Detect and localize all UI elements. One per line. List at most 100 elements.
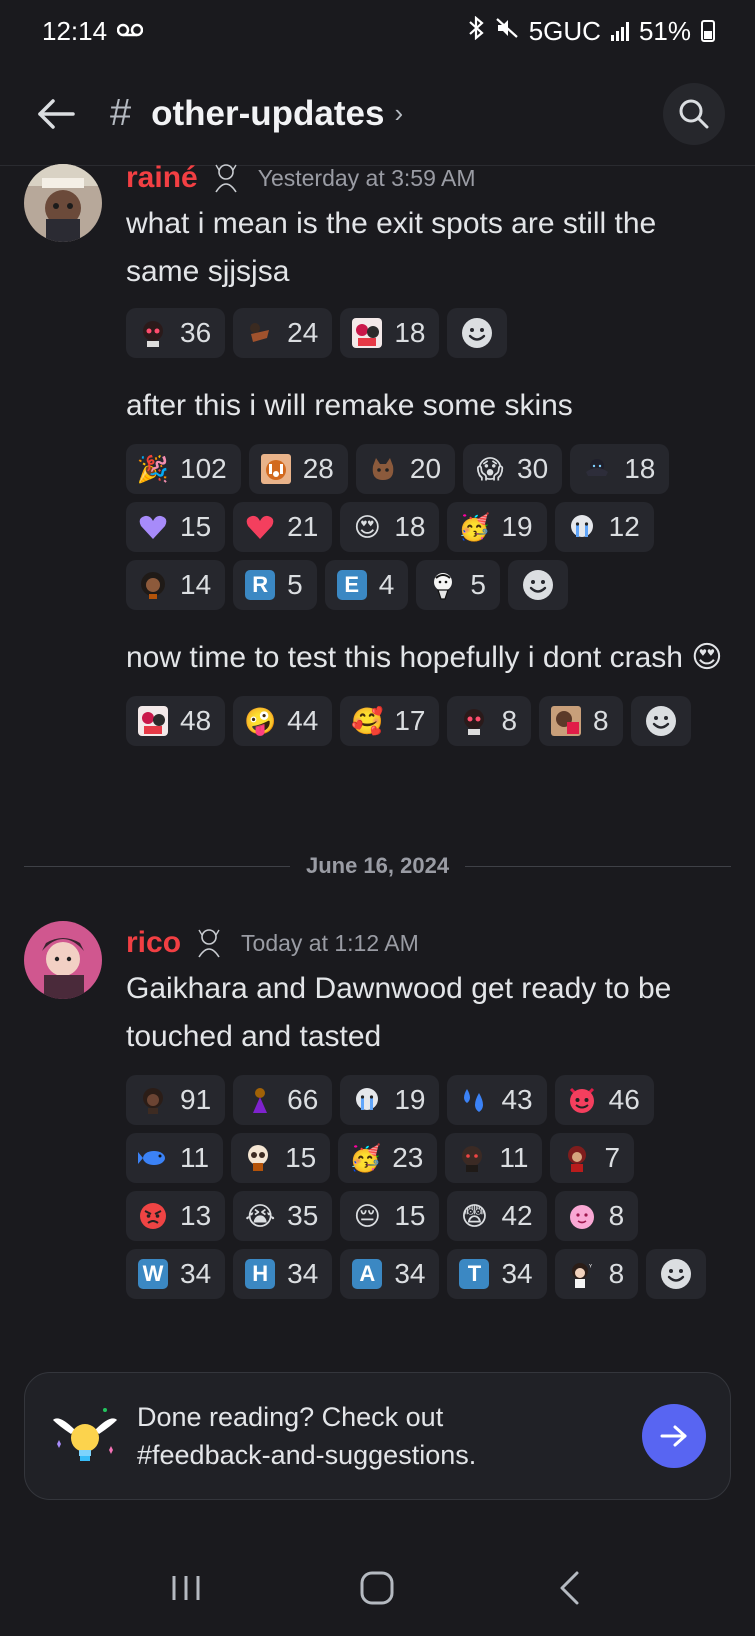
home-button[interactable]	[347, 1558, 407, 1618]
avatar[interactable]	[24, 164, 102, 242]
reaction[interactable]: 🤪 44	[233, 696, 333, 746]
reaction[interactable]: 18	[570, 444, 670, 494]
username[interactable]: rainé	[126, 161, 198, 195]
chevron-left-icon	[560, 1571, 579, 1605]
reaction[interactable]: 15	[126, 502, 226, 552]
add-reaction-button[interactable]	[507, 560, 568, 610]
status-bar: 12:14 5GUC 51%	[0, 0, 755, 62]
reaction[interactable]: 5	[416, 560, 500, 610]
custom-shadow-emoji-icon	[457, 1143, 487, 1173]
channel-name[interactable]: other-updates	[151, 94, 384, 134]
smiley-add-icon	[522, 570, 553, 600]
date-divider: June 16, 2024	[24, 852, 732, 880]
party-popper-emoji-icon: 🎉	[136, 454, 170, 484]
smiley-add-icon	[645, 706, 676, 736]
reaction[interactable]: H 34	[233, 1249, 333, 1299]
custom-pink-blob-emoji-icon	[567, 1201, 597, 1231]
arrow-right-icon	[660, 1425, 687, 1447]
reaction[interactable]: 14	[126, 560, 226, 610]
reaction-bar: 🎉 102 28 20 😱 30 18 15 21 😍 18 🥳 19 12 14 R5…	[126, 444, 735, 610]
reaction[interactable]: 66	[233, 1075, 333, 1125]
bluetooth-icon	[467, 15, 485, 46]
system-nav-bar	[0, 1540, 755, 1636]
message-text: Gaikhara and Dawnwood get ready to be to…	[126, 972, 672, 1053]
custom-red-figure-emoji-icon	[562, 1143, 592, 1173]
reaction[interactable]: 😨 42	[447, 1191, 547, 1241]
reaction-bar: 91 66 19 43 46 11 15 🥳 23 11 7 13 😭 35 😔 15…	[126, 1075, 735, 1299]
voicemail-icon	[116, 18, 144, 44]
search-button[interactable]	[663, 82, 725, 145]
reaction[interactable]: 19	[340, 1075, 440, 1125]
reaction[interactable]: 13	[126, 1191, 226, 1241]
reaction-bar: 36 24 18	[126, 308, 735, 358]
reaction[interactable]: 24	[233, 308, 333, 358]
reaction[interactable]: 😔 15	[340, 1191, 440, 1241]
avatar[interactable]	[24, 921, 102, 999]
reaction[interactable]: 😍 18	[340, 502, 440, 552]
reaction[interactable]: 12	[554, 502, 654, 552]
reaction[interactable]: ᵞ8	[554, 1249, 639, 1299]
regional-a-emoji-icon: A	[352, 1259, 383, 1289]
mute-icon	[495, 16, 519, 46]
partying-face-emoji-icon: 🥳	[458, 512, 491, 542]
reaction[interactable]: 🥰 17	[340, 696, 440, 746]
fish-emoji-icon	[138, 1143, 168, 1173]
reaction[interactable]: 🎉 102	[126, 444, 241, 494]
recent-apps-icon	[172, 1576, 200, 1600]
timestamp: Yesterday at 3:59 AM	[257, 164, 476, 191]
reaction[interactable]: 48	[126, 696, 226, 746]
reaction[interactable]: 7	[550, 1133, 635, 1183]
battery-percent: 51%	[638, 15, 691, 46]
custom-figure-emoji-icon	[245, 318, 275, 348]
reaction[interactable]: 18	[340, 308, 440, 358]
search-icon	[679, 99, 709, 128]
custom-crying-emoji-icon	[567, 512, 597, 542]
anxious-face-emoji-icon: 😨	[460, 1201, 489, 1231]
go-to-channel-button[interactable]	[642, 1404, 706, 1468]
add-reaction-button[interactable]	[447, 308, 508, 358]
recent-apps-button[interactable]	[156, 1558, 216, 1618]
reaction[interactable]: 11	[445, 1133, 543, 1183]
custom-character-emoji-icon	[352, 318, 383, 348]
custom-cat-emoji-icon	[368, 454, 398, 484]
add-reaction-button[interactable]	[646, 1249, 707, 1299]
reaction[interactable]: R5	[233, 560, 317, 610]
add-reaction-button[interactable]	[630, 696, 691, 746]
reaction[interactable]: 😭 35	[233, 1191, 333, 1241]
timestamp: Today at 1:12 AM	[241, 929, 419, 956]
partying-face-emoji-icon: 🥳	[349, 1143, 382, 1173]
username[interactable]: rico	[126, 926, 181, 960]
reaction[interactable]: 🥳 23	[338, 1133, 438, 1183]
system-back-button[interactable]	[539, 1558, 599, 1618]
reaction[interactable]: T 34	[447, 1249, 547, 1299]
custom-portrait-emoji-icon	[551, 706, 582, 736]
smiley-add-icon	[661, 1259, 692, 1289]
reaction[interactable]: 8	[447, 696, 532, 746]
back-button[interactable]	[34, 92, 78, 136]
reaction-bar: 48 🤪 44 🥰 17 8 8	[126, 696, 735, 746]
reaction[interactable]: 43	[447, 1075, 547, 1125]
reaction[interactable]: E4	[324, 560, 409, 610]
reaction[interactable]: 8	[554, 1191, 639, 1241]
reaction[interactable]: A 34	[340, 1249, 440, 1299]
heart-emoji-icon	[245, 512, 275, 542]
reaction[interactable]: 15	[231, 1133, 331, 1183]
screaming-face-emoji-icon: 😱	[476, 454, 504, 484]
reaction[interactable]: 8	[539, 696, 623, 746]
smiling-hearts-emoji-icon: 🥰	[351, 706, 384, 736]
chevron-right-icon[interactable]: ›	[395, 98, 404, 129]
reaction[interactable]: 😱 30	[463, 444, 563, 494]
reaction[interactable]: 21	[233, 502, 333, 552]
reaction[interactable]: 20	[355, 444, 456, 494]
reaction[interactable]: 91	[126, 1075, 226, 1125]
done-reading-banner[interactable]: Done reading? Check out #feedback-and-su…	[24, 1372, 731, 1500]
custom-sketch-emoji-icon	[428, 570, 458, 600]
reaction[interactable]: W 34	[126, 1249, 226, 1299]
reaction[interactable]: 11	[126, 1133, 224, 1183]
reaction[interactable]: 🥳 19	[447, 502, 547, 552]
role-icon	[193, 927, 225, 959]
reaction[interactable]: 36	[126, 308, 226, 358]
reaction[interactable]: 46	[554, 1075, 654, 1125]
reaction[interactable]: 28	[248, 444, 348, 494]
network-label: 5GUC	[528, 15, 601, 46]
